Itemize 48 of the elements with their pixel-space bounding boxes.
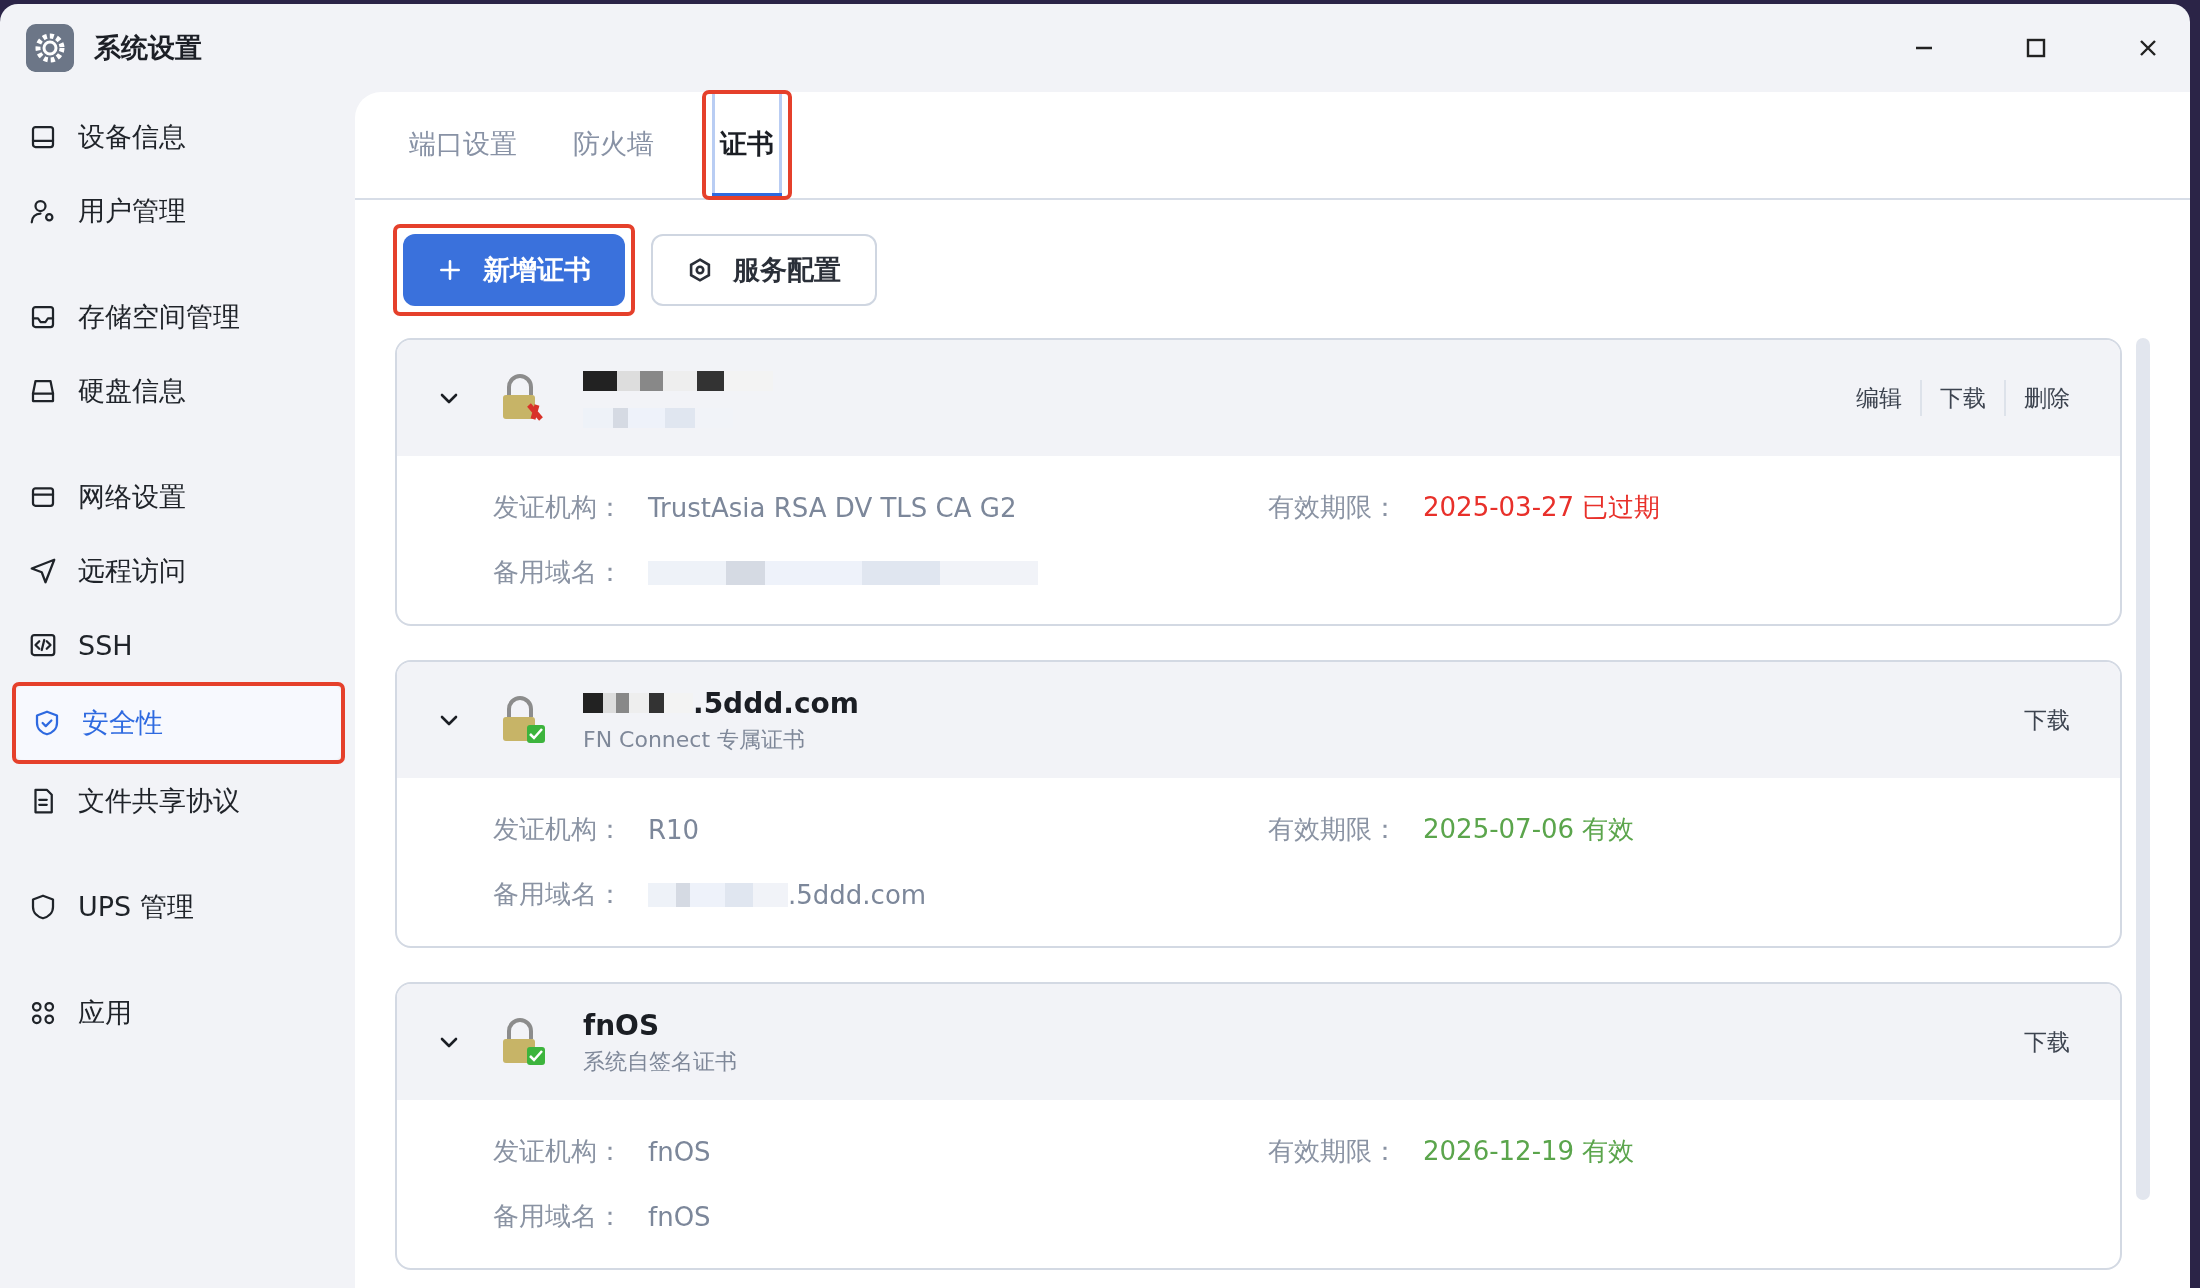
- padlock-icon: [501, 695, 545, 745]
- action-link[interactable]: 编辑: [1838, 382, 1920, 414]
- certificate-name: .5ddd.com: [693, 686, 859, 720]
- sidebar-item[interactable]: SSH: [12, 608, 345, 682]
- sidebar-item[interactable]: 硬盘信息: [12, 354, 345, 428]
- field-label: 备用域名：: [493, 1200, 624, 1233]
- field-label: 有效期限：: [1268, 813, 1399, 846]
- field-label: 发证机构：: [493, 813, 624, 846]
- window-title: 系统设置: [94, 31, 202, 65]
- add-certificate-button[interactable]: 新增证书: [403, 234, 625, 306]
- tab[interactable]: 证书: [712, 94, 782, 196]
- certificate-description: FN Connect 专属证书: [583, 726, 806, 754]
- field-value: 2025-07-06 有效: [1423, 813, 1635, 846]
- sidebar-item[interactable]: 网络设置: [12, 460, 345, 534]
- sidebar-item[interactable]: 文件共享协议: [12, 764, 345, 838]
- service-config-button[interactable]: 服务配置: [651, 234, 877, 306]
- sidebar-item[interactable]: 设备信息: [12, 100, 345, 174]
- field-value: fnOS: [648, 1201, 711, 1232]
- scrollbar-thumb[interactable]: [2136, 338, 2150, 1200]
- sidebar-item[interactable]: 安全性: [16, 686, 341, 760]
- field-value: .5ddd.com: [788, 879, 927, 910]
- field-label: 有效期限：: [1268, 1135, 1399, 1168]
- action-link[interactable]: 下载: [2006, 1026, 2088, 1058]
- plus-icon: [437, 257, 463, 283]
- sidebar-item[interactable]: 存储空间管理: [12, 280, 345, 354]
- app-gear-icon: [26, 24, 74, 72]
- action-link[interactable]: 下载: [1922, 382, 2004, 414]
- sidebar-item[interactable]: 远程访问: [12, 534, 345, 608]
- certificate-description: 系统自签名证书: [583, 1048, 737, 1076]
- sidebar-item[interactable]: UPS 管理: [12, 870, 345, 944]
- field-value: 2026-12-19 有效: [1423, 1135, 1635, 1168]
- field-value: TrustAsia RSA DV TLS CA G2: [648, 492, 1017, 523]
- field-label: 备用域名：: [493, 556, 624, 589]
- field-value: R10: [648, 814, 700, 845]
- settings-icon: [687, 257, 713, 283]
- action-link[interactable]: 下载: [2006, 704, 2088, 736]
- sidebar-item[interactable]: 应用: [12, 976, 345, 1050]
- field-label: 发证机构：: [493, 1135, 624, 1168]
- field-value: 2025-03-27 已过期: [1423, 491, 1661, 524]
- field-value: fnOS: [648, 1136, 711, 1167]
- field-label: 发证机构：: [493, 491, 624, 524]
- field-label: 有效期限：: [1268, 491, 1399, 524]
- field-label: 备用域名：: [493, 878, 624, 911]
- padlock-icon: [501, 1017, 545, 1067]
- padlock-icon: [501, 373, 545, 423]
- sidebar-item[interactable]: 用户管理: [12, 174, 345, 248]
- certificate-name: fnOS: [583, 1008, 660, 1042]
- action-link[interactable]: 删除: [2006, 382, 2088, 414]
